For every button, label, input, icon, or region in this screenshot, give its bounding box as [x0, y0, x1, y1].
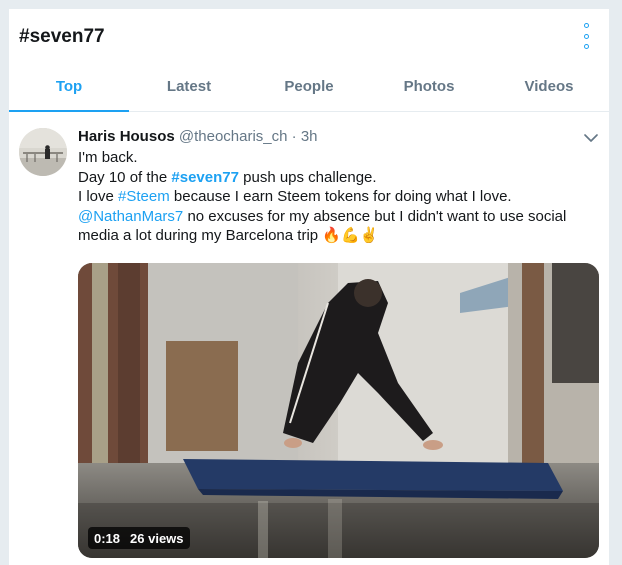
- timestamp[interactable]: 3h: [301, 128, 318, 145]
- tweet-text-line: Day 10 of the #seven77 push ups challeng…: [78, 168, 598, 188]
- tweet-text-line: media a lot during my Barcelona trip 🔥💪✌: [78, 226, 598, 246]
- video-views: 26 views: [130, 530, 184, 546]
- mention-nathanmars7[interactable]: @NathanMars7: [78, 208, 183, 225]
- tweet-text: I'm back. Day 10 of the #seven77 push up…: [78, 148, 598, 246]
- search-results-panel: #seven77 Top Latest People Photos Videos: [9, 9, 609, 565]
- text-fragment: because I earn Steem tokens for doing wh…: [169, 188, 512, 206]
- header: #seven77: [9, 9, 609, 63]
- text-fragment: no excuses for my absence but I didn't w…: [183, 207, 567, 225]
- avatar[interactable]: [19, 128, 67, 176]
- hashtag-steem[interactable]: #Steem: [118, 188, 170, 205]
- tweet[interactable]: Haris Housos @theocharis_ch · 3h I'm bac…: [9, 112, 609, 565]
- tab-videos[interactable]: Videos: [489, 67, 609, 111]
- tab-bar: Top Latest People Photos Videos: [9, 67, 609, 112]
- tweet-text-line: I'm back.: [78, 149, 138, 166]
- text-fragment: Day 10 of the: [78, 168, 172, 186]
- tab-latest[interactable]: Latest: [129, 67, 249, 111]
- tweet-text-line: @NathanMars7 no excuses for my absence b…: [78, 207, 598, 227]
- tweet-header: Haris Housos @theocharis_ch · 3h: [78, 127, 598, 147]
- more-vertical-icon[interactable]: [577, 23, 595, 49]
- tab-top[interactable]: Top: [9, 67, 129, 112]
- hashtag-seven77[interactable]: #seven77: [171, 169, 239, 186]
- emoji-group: 🔥💪✌: [322, 227, 379, 245]
- video-frame: [78, 263, 599, 558]
- page-title: #seven77: [19, 26, 105, 47]
- display-name[interactable]: Haris Housos: [78, 128, 175, 145]
- video-stats-badge: 0:18 26 views: [88, 527, 190, 549]
- video-duration: 0:18: [94, 530, 121, 546]
- text-fragment: I love: [78, 188, 119, 206]
- tweet-text-line: I love #Steem because I earn Steem token…: [78, 187, 598, 207]
- tab-people[interactable]: People: [249, 67, 369, 111]
- tab-photos[interactable]: Photos: [369, 67, 489, 111]
- tweet-body: Haris Housos @theocharis_ch · 3h I'm bac…: [78, 127, 598, 246]
- separator-dot: ·: [291, 128, 297, 145]
- text-fragment: push ups challenge.: [238, 168, 377, 186]
- text-fragment: media a lot during my Barcelona trip: [78, 227, 323, 245]
- video-player[interactable]: 0:18 26 views: [78, 263, 599, 558]
- user-handle[interactable]: @theocharis_ch: [179, 128, 288, 145]
